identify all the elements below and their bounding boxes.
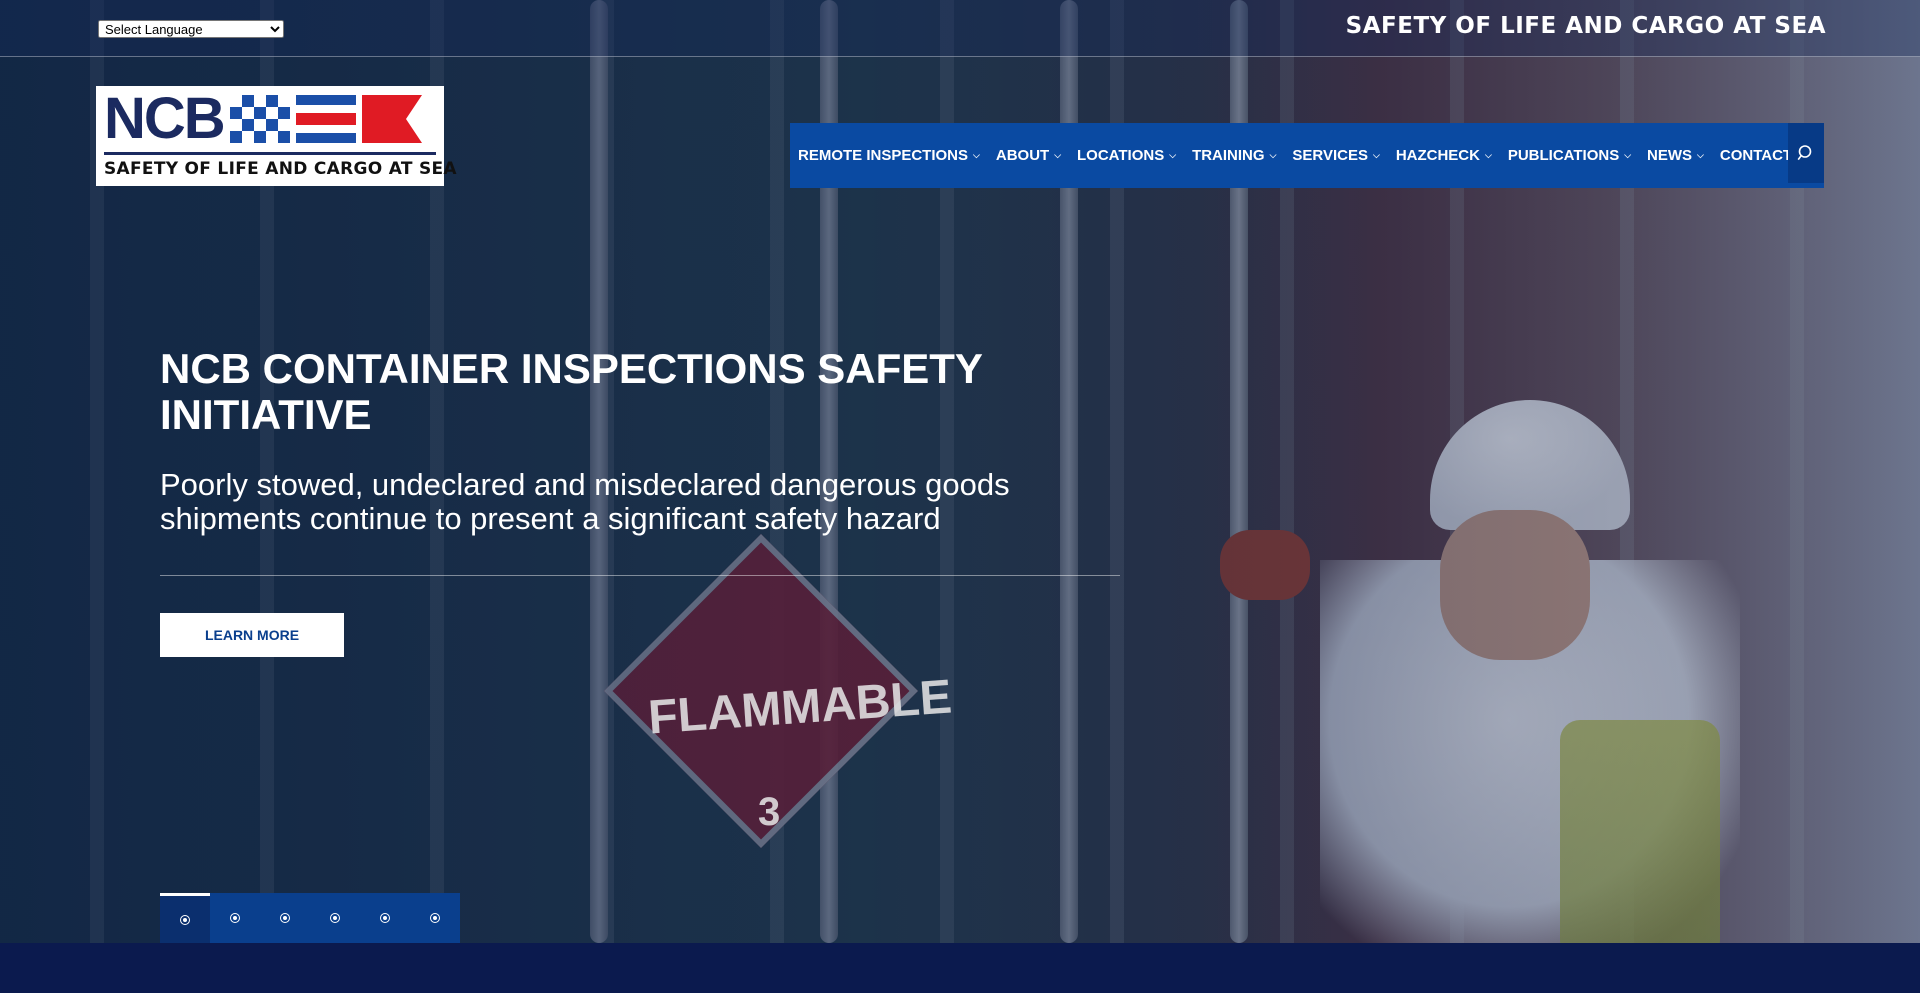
chevron-down-icon: ⌵ [1624,150,1632,160]
nav-about[interactable]: ABOUT ⌵ [996,147,1061,164]
hero-subtitle: Poorly stowed, undeclared and misdeclare… [160,467,1010,536]
nav-hazcheck[interactable]: HAZCHECK ⌵ [1396,147,1492,164]
nav-label: CONTACT [1719,147,1793,164]
dot-ring-icon [280,913,290,923]
slider-dot-3[interactable] [260,893,310,943]
nav-label: SERVICES [1292,147,1368,164]
chevron-down-icon: ⌵ [1484,150,1492,160]
nav-label: ABOUT [995,147,1050,164]
logo-subtitle: SAFETY OF LIFE AND CARGO AT SEA [104,152,457,179]
slider-dot-5[interactable] [360,893,410,943]
dot-ring-icon [230,913,240,923]
hero-title: NCB CONTAINER INSPECTIONS SAFETY INITIAT… [160,345,983,438]
dot-ring-icon [430,913,440,923]
language-select[interactable]: Select Language [98,20,284,38]
nav-label: PUBLICATIONS [1507,147,1620,164]
chevron-down-icon: ⌵ [1054,150,1062,160]
slider-dots [160,893,460,943]
dot-ring-icon [380,913,390,923]
nav-label: LOCATIONS [1077,147,1165,164]
nav-publications[interactable]: PUBLICATIONS ⌵ [1508,147,1631,164]
swallowtail-flag-icon [361,95,422,143]
nav-remote-inspections[interactable]: REMOTE INSPECTIONS ⌵ [798,147,980,164]
learn-more-button[interactable]: LEARN MORE [160,613,344,657]
striped-flag-icon [295,95,356,143]
chevron-down-icon: ⌵ [973,150,980,160]
hero-divider [160,575,1120,576]
top-bar: Select Language SAFETY OF LIFE AND CARGO… [0,0,1920,57]
nav-label: REMOTE INSPECTIONS [798,147,969,164]
ncb-logo[interactable]: NCB SAFETY OF LIFE AND CARGO AT SEA [96,86,457,186]
slider-dot-6[interactable] [410,893,460,943]
checkered-flag-icon [229,95,290,143]
placard-number: 3 [758,790,781,834]
nav-locations[interactable]: LOCATIONS ⌵ [1077,147,1176,164]
nav-training[interactable]: TRAINING ⌵ [1192,147,1276,164]
slider-dot-1[interactable] [160,893,210,943]
nav-label: NEWS [1647,147,1693,164]
chevron-down-icon: ⌵ [1269,150,1277,160]
nav-news[interactable]: NEWS ⌵ [1647,147,1704,164]
search-icon [1797,145,1812,161]
site-tagline: SAFETY OF LIFE AND CARGO AT SEA [1345,13,1826,39]
dot-ring-icon [330,913,340,923]
slider-dot-4[interactable] [310,893,360,943]
nav-label: HAZCHECK [1395,147,1480,164]
nav-services[interactable]: SERVICES ⌵ [1292,147,1379,164]
slider-dot-2[interactable] [210,893,260,943]
chevron-down-icon: ⌵ [1372,150,1380,160]
dot-ring-icon [180,914,190,925]
main-nav: REMOTE INSPECTIONS ⌵ ABOUT ⌵ LOCATIONS ⌵ TR… [790,123,1824,188]
logo-letters: NCB [104,86,226,151]
nav-contact[interactable]: CONTACT [1720,147,1792,164]
nav-label: TRAINING [1192,147,1265,164]
footer-band [0,943,1920,993]
chevron-down-icon: ⌵ [1697,150,1704,160]
search-button[interactable] [1788,123,1824,183]
chevron-down-icon: ⌵ [1169,150,1177,160]
